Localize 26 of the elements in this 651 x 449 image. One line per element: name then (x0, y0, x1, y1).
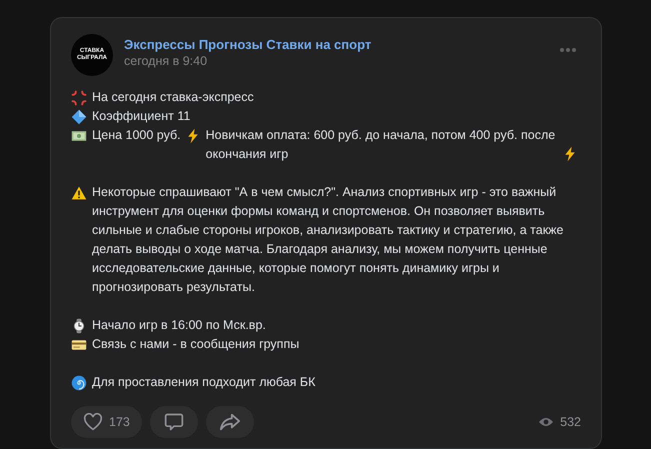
heart-icon (83, 413, 103, 431)
eye-icon (538, 416, 554, 428)
post-text: Для проставления подходит любая БК (92, 374, 316, 391)
post-time: сегодня в 9:40 (124, 54, 208, 68)
speech-bubble-icon (164, 412, 184, 432)
card-icon (71, 337, 87, 353)
post-text: Начало игр в 16:00 по Мск.вр. (92, 317, 266, 334)
spiral-icon (71, 375, 87, 391)
post-text: На сегодня ставка-экспресс (92, 89, 254, 106)
watch-icon (71, 318, 87, 334)
like-button[interactable]: 173 (71, 406, 142, 438)
post-text: Некоторые спрашивают "А в чем смысл?". Анализ спортивных игр - это важный инструмент для оценки формы команд и спортсменов. Он позволяет выявить сильные и слабые стороны игроков, анализировать тактику и стратегию, а также делать выводы о ходе матча. Благодаря анализу, мы можем получить ценные исследовательские данные, которые помогут понять динамику игры и прогнозировать результаты. (92, 184, 564, 296)
anger-symbol-icon (71, 90, 87, 106)
post-text: Коэффициент 11 (92, 108, 190, 125)
comment-button[interactable] (150, 406, 198, 438)
group-name-link[interactable]: Экспрессы Прогнозы Ставки на спорт (124, 36, 372, 52)
view-count: 532 (560, 415, 581, 429)
share-button[interactable] (206, 406, 254, 438)
post-text: Цена 1000 руб. (92, 127, 181, 144)
share-arrow-icon (218, 412, 241, 432)
banknote-icon (71, 128, 87, 144)
post-text: Связь с нами - в сообщения группы (92, 336, 300, 353)
warning-icon (71, 185, 87, 201)
more-options-icon (559, 47, 577, 53)
diamond-icon (71, 109, 87, 125)
post-text: Новичкам оплата: 600 руб. до начала, потом 400 руб. после окончания игр (206, 127, 556, 163)
